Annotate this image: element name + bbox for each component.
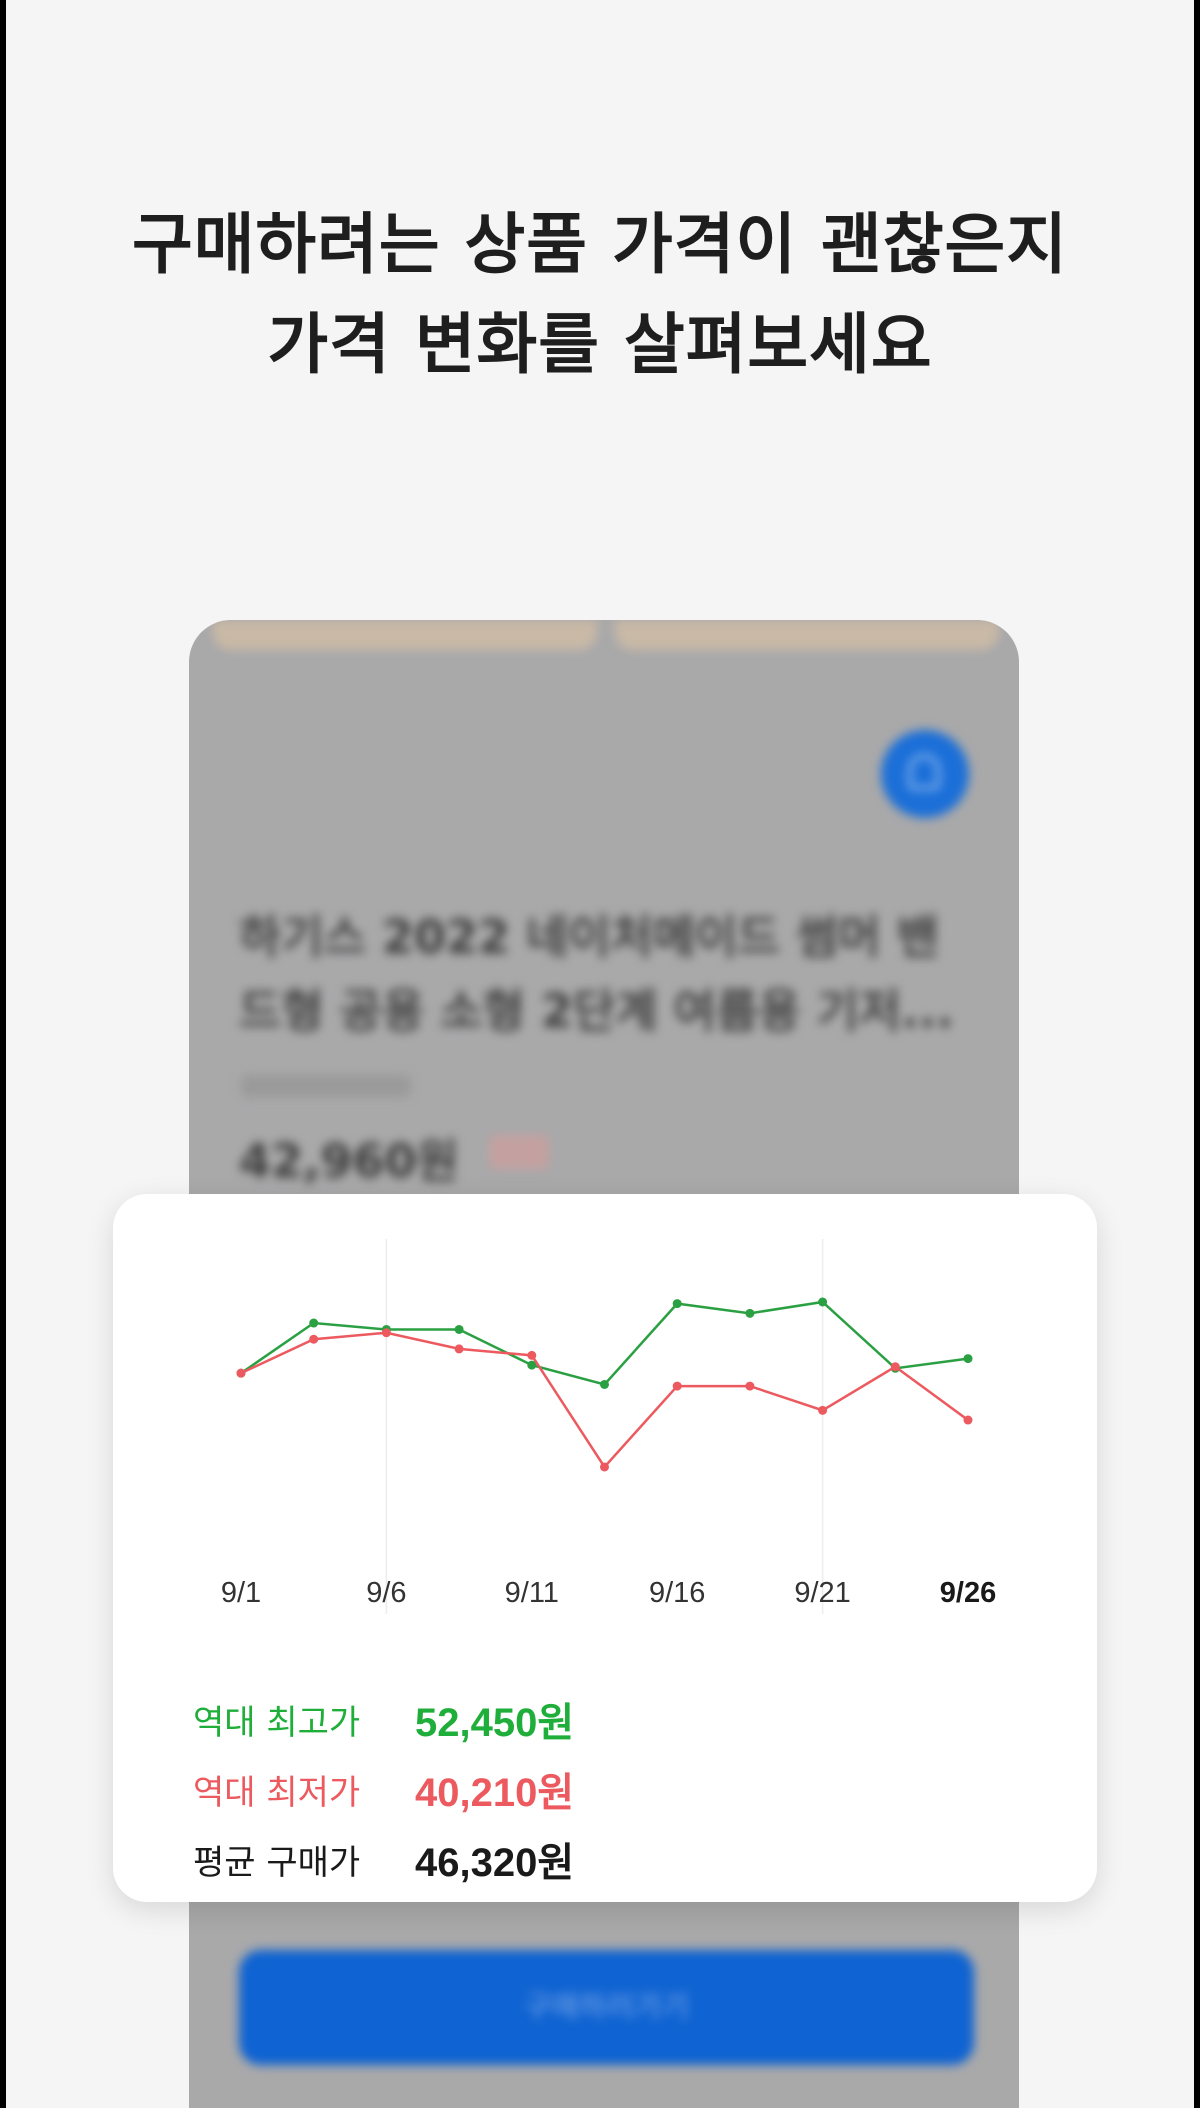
price-alert-button[interactable] (881, 730, 969, 818)
price-stats: 역대 최고가 52,450원 역대 최저가 40,210원 평균 구매가 46,… (193, 1684, 574, 1894)
x-tick-label: 9/26 (940, 1577, 996, 1609)
data-point (963, 1354, 973, 1364)
product-title-line-1: 하기스 2022 네이처메이드 썸머 밴 (239, 910, 939, 964)
series-line-low (240, 1331, 969, 1470)
data-point (454, 1324, 464, 1334)
stat-label: 역대 최저가 (193, 1772, 361, 1813)
stat-value: 52,450원 (415, 1701, 575, 1745)
data-point (527, 1350, 537, 1360)
product-price: 42,960원 (239, 1134, 459, 1188)
original-price-strikethrough (241, 1075, 411, 1097)
data-point (600, 1379, 609, 1389)
x-tick-label: 9/11 (505, 1577, 559, 1609)
data-point (309, 1318, 319, 1328)
series-line-high (240, 1300, 969, 1386)
data-point (963, 1415, 973, 1425)
stat-value: 40,210원 (415, 1771, 575, 1815)
app-screen: 구매하려는 상품 가격이 괜찮은지 가격 변화를 살펴보세요 하기스 2022 … (6, 0, 1194, 2108)
bell-icon (908, 754, 940, 790)
data-point (745, 1308, 755, 1318)
data-point (672, 1299, 682, 1309)
data-point (672, 1381, 682, 1391)
stat-highest: 역대 최고가 52,450원 (193, 1684, 574, 1754)
data-point (600, 1462, 609, 1472)
data-point (745, 1381, 755, 1391)
product-photo (615, 620, 999, 650)
data-point (454, 1344, 464, 1354)
stat-label: 역대 최고가 (193, 1702, 361, 1743)
stat-label: 평균 구매가 (193, 1842, 361, 1883)
product-title-line-2: 드형 공용 소형 2단계 여름용 기저... (239, 984, 954, 1038)
data-point (236, 1368, 246, 1378)
buy-button[interactable]: 구매하러가기 (239, 1950, 974, 2065)
stat-value: 46,320원 (415, 1841, 575, 1885)
headline-line-2: 가격 변화를 살펴보세요 (267, 306, 933, 383)
product-title: 하기스 2022 네이처메이드 썸머 밴 드형 공용 소형 2단계 여름용 기저… (239, 900, 979, 1048)
data-point (309, 1334, 319, 1344)
data-point (890, 1362, 900, 1372)
x-tick-label: 9/21 (794, 1577, 850, 1609)
x-tick-label: 9/6 (366, 1577, 406, 1609)
product-photo (213, 620, 597, 650)
headline: 구매하려는 상품 가격이 괜찮은지 가격 변화를 살펴보세요 (6, 195, 1194, 395)
data-point (818, 1297, 828, 1307)
x-tick-label: 9/16 (649, 1577, 705, 1609)
stat-lowest: 역대 최저가 40,210원 (193, 1754, 574, 1824)
x-tick-label: 9/1 (221, 1577, 261, 1609)
data-point (381, 1328, 391, 1338)
discount-badge (489, 1135, 549, 1169)
price-history-chart: 9/1 9/6 9/11 9/16 9/21 9/26 (221, 1239, 996, 1614)
headline-line-1: 구매하려는 상품 가격이 괜찮은지 (131, 206, 1068, 283)
price-history-card: 9/1 9/6 9/11 9/16 9/21 9/26 역대 최고가 52,450원 역대… (113, 1194, 1097, 1902)
stat-average: 평균 구매가 46,320원 (193, 1824, 574, 1894)
data-point (818, 1405, 828, 1415)
